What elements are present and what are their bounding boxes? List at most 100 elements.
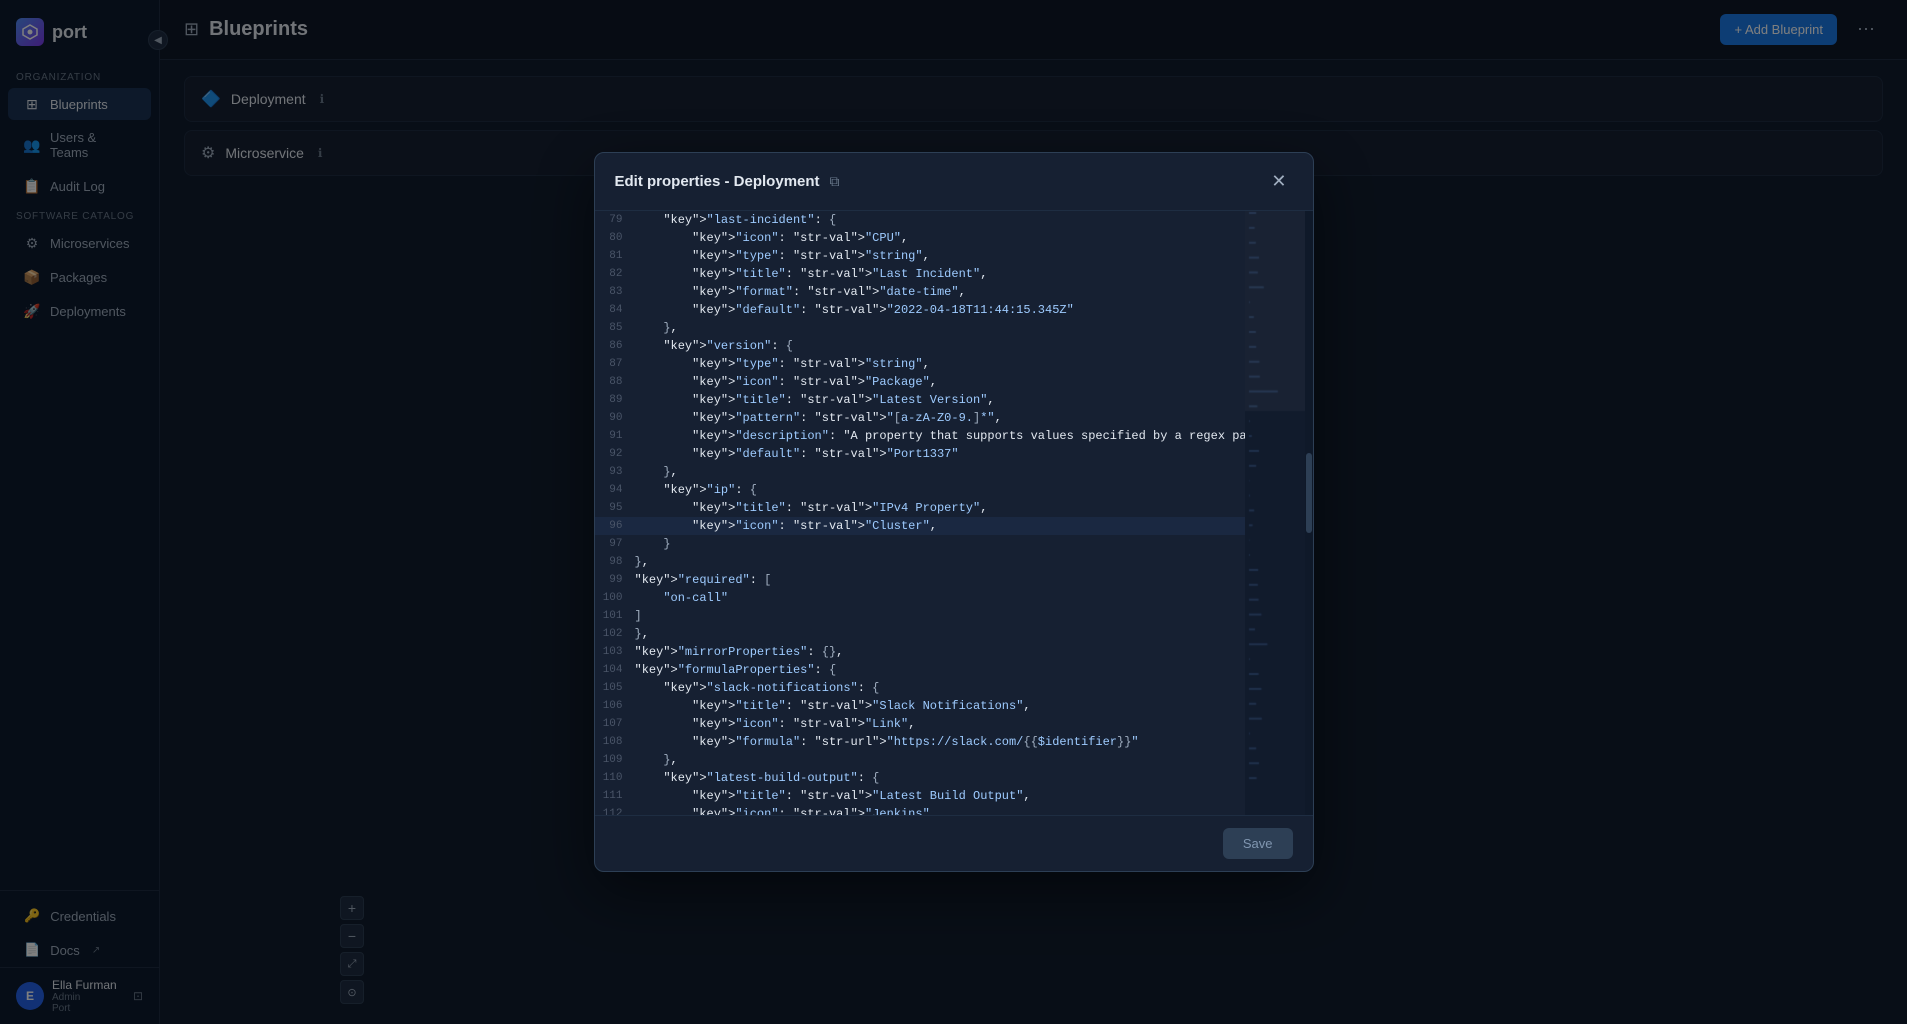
line-number: 80	[595, 229, 635, 247]
line-content: "key">"last-incident": {	[635, 211, 1245, 229]
code-line: 88 "key">"icon": "str-val">"Package",	[595, 373, 1245, 391]
line-content: ]	[635, 607, 1245, 625]
modal-title: Edit properties - Deployment	[615, 173, 820, 190]
line-content: },	[635, 463, 1245, 481]
code-line: 90 "key">"pattern": "str-val">"[a-zA-Z0-…	[595, 409, 1245, 427]
line-content: "key">"icon": "str-val">"Package",	[635, 373, 1245, 391]
code-line: 111 "key">"title": "str-val">"Latest Bui…	[595, 787, 1245, 805]
line-number: 88	[595, 373, 635, 391]
line-content: "key">"pattern": "str-val">"[a-zA-Z0-9.]…	[635, 409, 1245, 427]
code-line: 100 "on-call"	[595, 589, 1245, 607]
line-content: "key">"type": "str-val">"string",	[635, 355, 1245, 373]
code-line: 101]	[595, 607, 1245, 625]
line-number: 109	[595, 751, 635, 769]
line-number: 101	[595, 607, 635, 625]
code-line: 83 "key">"format": "str-val">"date-time"…	[595, 283, 1245, 301]
line-number: 98	[595, 553, 635, 571]
line-number: 86	[595, 337, 635, 355]
scroll-thumb[interactable]	[1306, 453, 1312, 533]
line-number: 91	[595, 427, 635, 445]
line-number: 95	[595, 499, 635, 517]
copy-icon[interactable]: ⧉	[830, 173, 840, 190]
line-content: "key">"default": "str-val">"Port1337"	[635, 445, 1245, 463]
line-content: },	[635, 751, 1245, 769]
line-number: 112	[595, 805, 635, 815]
line-number: 108	[595, 733, 635, 751]
line-content: "key">"format": "str-val">"date-time",	[635, 283, 1245, 301]
line-content: "on-call"	[635, 589, 1245, 607]
code-line: 85 },	[595, 319, 1245, 337]
line-content: "key">"title": "str-val">"Latest Build O…	[635, 787, 1245, 805]
code-line: 107 "key">"icon": "str-val">"Link",	[595, 715, 1245, 733]
line-content: "key">"description": "A property that su…	[635, 427, 1245, 445]
code-editor[interactable]: 79 "key">"last-incident": {80 "key">"ico…	[595, 211, 1245, 815]
line-content: "key">"title": "str-val">"Slack Notifica…	[635, 697, 1245, 715]
code-line: 95 "key">"title": "str-val">"IPv4 Proper…	[595, 499, 1245, 517]
line-content: "key">"icon": "str-val">"Cluster",	[635, 517, 1245, 535]
line-number: 92	[595, 445, 635, 463]
line-number: 110	[595, 769, 635, 787]
code-line: 109 },	[595, 751, 1245, 769]
line-number: 96	[595, 517, 635, 535]
line-number: 82	[595, 265, 635, 283]
line-number: 107	[595, 715, 635, 733]
modal-footer: Save	[595, 815, 1313, 871]
code-line: 86 "key">"version": {	[595, 337, 1245, 355]
scroll-track[interactable]	[1305, 211, 1313, 815]
code-line: 108 "key">"formula": "str-url">"https://…	[595, 733, 1245, 751]
code-line: 79 "key">"last-incident": {	[595, 211, 1245, 229]
line-number: 87	[595, 355, 635, 373]
line-content: "key">"title": "str-val">"Latest Version…	[635, 391, 1245, 409]
code-line: 103"key">"mirrorProperties": {},	[595, 643, 1245, 661]
line-content: "key">"formula": "str-url">"https://slac…	[635, 733, 1245, 751]
code-line: 87 "key">"type": "str-val">"string",	[595, 355, 1245, 373]
line-number: 103	[595, 643, 635, 661]
modal-overlay: Edit properties - Deployment ⧉ ✕ 79 "key…	[0, 0, 1907, 1024]
line-content: "key">"default": "str-val">"2022-04-18T1…	[635, 301, 1245, 319]
code-line: 102},	[595, 625, 1245, 643]
minimap	[1245, 211, 1305, 815]
save-button[interactable]: Save	[1223, 828, 1293, 859]
line-number: 85	[595, 319, 635, 337]
line-number: 106	[595, 697, 635, 715]
code-line: 93 },	[595, 463, 1245, 481]
line-number: 104	[595, 661, 635, 679]
line-content: "key">"formulaProperties": {	[635, 661, 1245, 679]
code-line: 96 "key">"icon": "str-val">"Cluster",	[595, 517, 1245, 535]
line-content: "key">"version": {	[635, 337, 1245, 355]
code-line: 105 "key">"slack-notifications": {	[595, 679, 1245, 697]
code-line: 80 "key">"icon": "str-val">"CPU",	[595, 229, 1245, 247]
line-number: 84	[595, 301, 635, 319]
line-content: "key">"icon": "str-val">"CPU",	[635, 229, 1245, 247]
line-content: "key">"required": [	[635, 571, 1245, 589]
line-number: 102	[595, 625, 635, 643]
code-line: 104"key">"formulaProperties": {	[595, 661, 1245, 679]
code-line: 92 "key">"default": "str-val">"Port1337"	[595, 445, 1245, 463]
line-number: 105	[595, 679, 635, 697]
line-number: 79	[595, 211, 635, 229]
modal-close-button[interactable]: ✕	[1265, 169, 1292, 194]
code-line: 106 "key">"title": "str-val">"Slack Noti…	[595, 697, 1245, 715]
code-line: 98},	[595, 553, 1245, 571]
line-number: 90	[595, 409, 635, 427]
line-content: "key">"mirrorProperties": {},	[635, 643, 1245, 661]
code-line: 99"key">"required": [	[595, 571, 1245, 589]
code-line: 89 "key">"title": "str-val">"Latest Vers…	[595, 391, 1245, 409]
line-number: 99	[595, 571, 635, 589]
modal-header: Edit properties - Deployment ⧉ ✕	[595, 153, 1313, 211]
line-content: },	[635, 553, 1245, 571]
modal-title-row: Edit properties - Deployment ⧉	[615, 173, 840, 190]
line-content: }	[635, 535, 1245, 553]
line-content: "key">"ip": {	[635, 481, 1245, 499]
line-content: },	[635, 625, 1245, 643]
line-number: 93	[595, 463, 635, 481]
line-content: "key">"type": "str-val">"string",	[635, 247, 1245, 265]
line-number: 83	[595, 283, 635, 301]
code-line: 91 "key">"description": "A property that…	[595, 427, 1245, 445]
line-content: "key">"title": "str-val">"IPv4 Property"…	[635, 499, 1245, 517]
editor-body: 79 "key">"last-incident": {80 "key">"ico…	[595, 211, 1313, 815]
line-number: 94	[595, 481, 635, 499]
line-number: 111	[595, 787, 635, 805]
line-content: },	[635, 319, 1245, 337]
line-content: "key">"icon": "str-val">"Jenkins",	[635, 805, 1245, 815]
